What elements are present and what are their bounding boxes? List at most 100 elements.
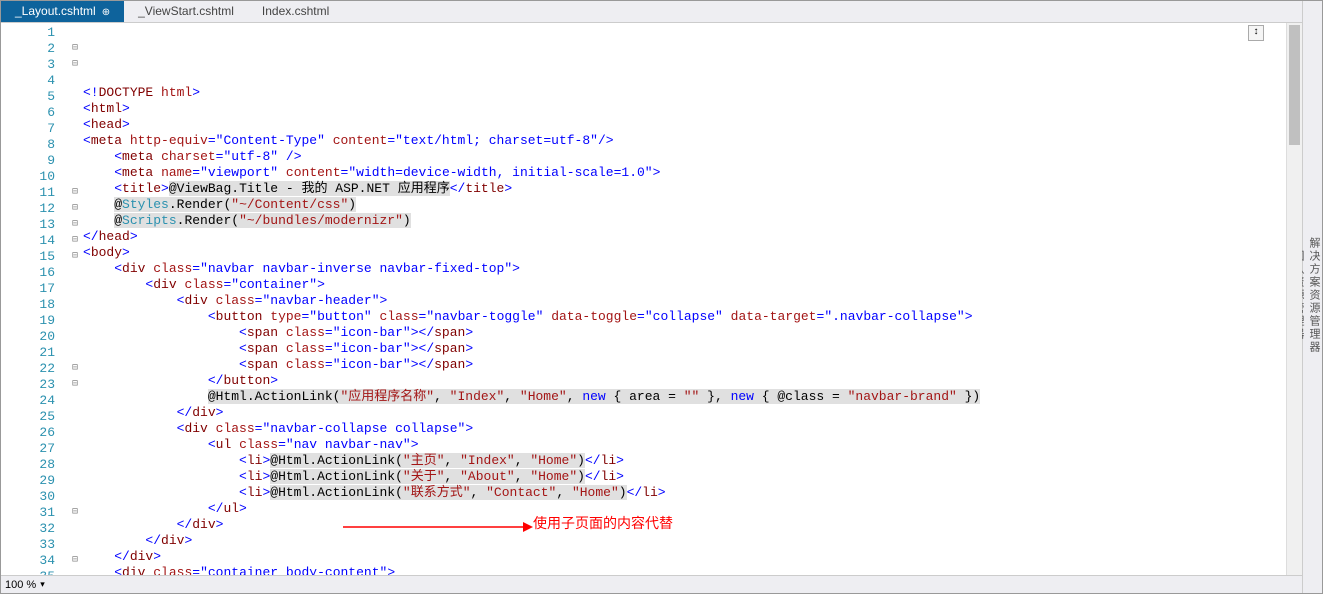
line-number: 29 (1, 473, 67, 489)
line-number: 4 (1, 73, 67, 89)
code-line[interactable]: @Styles.Render("~/Content/css") (83, 197, 1286, 213)
line-number: 1 (1, 25, 67, 41)
code-line[interactable]: @Scripts.Render("~/bundles/modernizr") (83, 213, 1286, 229)
code-line[interactable]: <meta http-equiv="Content-Type" content=… (83, 133, 1286, 149)
code-line[interactable]: <li>@Html.ActionLink("联系方式", "Contact", … (83, 485, 1286, 501)
line-number: 3 (1, 57, 67, 73)
fold-toggle-icon[interactable]: ⊟ (67, 505, 83, 521)
code-line[interactable]: <span class="icon-bar"></span> (83, 341, 1286, 357)
fold-gutter[interactable]: ⊟⊟⊟⊟⊟⊟⊟⊟⊟⊟⊟ (67, 23, 83, 575)
code-line[interactable]: <!DOCTYPE html> (83, 85, 1286, 101)
fold-toggle-icon[interactable]: ⊟ (67, 377, 83, 393)
code-line[interactable]: </button> (83, 373, 1286, 389)
line-number: 26 (1, 425, 67, 441)
code-line[interactable]: <body> (83, 245, 1286, 261)
code-line[interactable]: <title>@ViewBag.Title - 我的 ASP.NET 应用程序<… (83, 181, 1286, 197)
code-line[interactable]: <button type="button" class="navbar-togg… (83, 309, 1286, 325)
code-line[interactable]: </div> (83, 405, 1286, 421)
tab-bar: _Layout.cshtml⊕_ViewStart.cshtmlIndex.cs… (1, 1, 1302, 23)
line-number: 7 (1, 121, 67, 137)
line-number: 32 (1, 521, 67, 537)
fold-toggle-icon (67, 297, 83, 313)
code-line[interactable]: <div class="container body-content"> (83, 565, 1286, 575)
tab-layoutcshtml[interactable]: _Layout.cshtml⊕ (1, 1, 124, 22)
toolwindow-tab[interactable]: 解决方案资源管理器 (1306, 7, 1322, 583)
annotation-text: 使用子页面的内容代替 (533, 513, 673, 533)
pin-icon[interactable]: ⊕ (102, 7, 110, 18)
fold-toggle-icon (67, 457, 83, 473)
line-number: 25 (1, 409, 67, 425)
fold-toggle-icon (67, 521, 83, 537)
code-line[interactable]: <div class="container"> (83, 277, 1286, 293)
code-line[interactable]: <div class="navbar-header"> (83, 293, 1286, 309)
code-line[interactable]: <ul class="nav navbar-nav"> (83, 437, 1286, 453)
line-number: 33 (1, 537, 67, 553)
line-number: 16 (1, 265, 67, 281)
code-editor[interactable]: 1234567891011121314151617181920212223242… (1, 23, 1302, 575)
code-line[interactable]: </div> (83, 517, 1286, 533)
code-line[interactable]: </div> (83, 533, 1286, 549)
line-number: 18 (1, 297, 67, 313)
line-number: 12 (1, 201, 67, 217)
line-number: 13 (1, 217, 67, 233)
fold-toggle-icon (67, 489, 83, 505)
line-number: 14 (1, 233, 67, 249)
line-number: 28 (1, 457, 67, 473)
line-number: 15 (1, 249, 67, 265)
line-number: 9 (1, 153, 67, 169)
line-number: 24 (1, 393, 67, 409)
tab-viewstartcshtml[interactable]: _ViewStart.cshtml (124, 1, 248, 22)
line-number: 2 (1, 41, 67, 57)
vertical-scrollbar[interactable] (1286, 23, 1302, 575)
code-line[interactable]: <li>@Html.ActionLink("关于", "About", "Hom… (83, 469, 1286, 485)
fold-toggle-icon (67, 441, 83, 457)
fold-toggle-icon (67, 121, 83, 137)
scrollbar-thumb[interactable] (1289, 25, 1300, 145)
line-number: 22 (1, 361, 67, 377)
fold-toggle-icon (67, 425, 83, 441)
fold-toggle-icon (67, 537, 83, 553)
code-line[interactable]: <div class="navbar-collapse collapse"> (83, 421, 1286, 437)
code-line[interactable]: </head> (83, 229, 1286, 245)
line-number: 31 (1, 505, 67, 521)
line-number: 20 (1, 329, 67, 345)
code-line[interactable]: <meta name="viewport" content="width=dev… (83, 165, 1286, 181)
zoom-level[interactable]: 100 % (5, 579, 36, 591)
code-line[interactable]: <span class="icon-bar"></span> (83, 357, 1286, 373)
chevron-down-icon[interactable]: ▾ (40, 579, 45, 590)
code-line[interactable]: <span class="icon-bar"></span> (83, 325, 1286, 341)
tab-indexcshtml[interactable]: Index.cshtml (248, 1, 343, 22)
fold-toggle-icon (67, 169, 83, 185)
fold-toggle-icon[interactable]: ⊟ (67, 233, 83, 249)
fold-toggle-icon[interactable]: ⊟ (67, 201, 83, 217)
code-line[interactable]: @Html.ActionLink("应用程序名称", "Index", "Hom… (83, 389, 1286, 405)
fold-toggle-icon[interactable]: ⊟ (67, 249, 83, 265)
code-line[interactable]: <div class="navbar navbar-inverse navbar… (83, 261, 1286, 277)
fold-toggle-icon (67, 409, 83, 425)
line-number: 27 (1, 441, 67, 457)
right-toolwindow-tabs: 解决方案资源管理器团队资源管理器诊断工具属性 (1302, 1, 1322, 593)
fold-toggle-icon (67, 281, 83, 297)
fold-toggle-icon[interactable]: ⊟ (67, 57, 83, 73)
code-line[interactable]: </ul> (83, 501, 1286, 517)
fold-toggle-icon[interactable]: ⊟ (67, 41, 83, 57)
code-line[interactable]: <meta charset="utf-8" /> (83, 149, 1286, 165)
fold-toggle-icon[interactable]: ⊟ (67, 217, 83, 233)
code-line[interactable]: <li>@Html.ActionLink("主页", "Index", "Hom… (83, 453, 1286, 469)
line-number: 11 (1, 185, 67, 201)
fold-toggle-icon[interactable]: ⊟ (67, 553, 83, 569)
line-number: 17 (1, 281, 67, 297)
status-bar: 100 % ▾ (1, 575, 1302, 593)
fold-toggle-icon (67, 153, 83, 169)
fold-toggle-icon (67, 265, 83, 281)
code-line[interactable]: <head> (83, 117, 1286, 133)
fold-toggle-icon (67, 345, 83, 361)
code-line[interactable]: <html> (83, 101, 1286, 117)
fold-toggle-icon[interactable]: ⊟ (67, 361, 83, 377)
split-toggle-button[interactable]: ↕ (1248, 25, 1264, 41)
code-line[interactable]: </div> (83, 549, 1286, 565)
code-area[interactable]: 使用子页面的内容代替 <!DOCTYPE html><html><head><m… (83, 23, 1286, 575)
fold-toggle-icon[interactable]: ⊟ (67, 185, 83, 201)
fold-toggle-icon (67, 329, 83, 345)
line-number: 30 (1, 489, 67, 505)
